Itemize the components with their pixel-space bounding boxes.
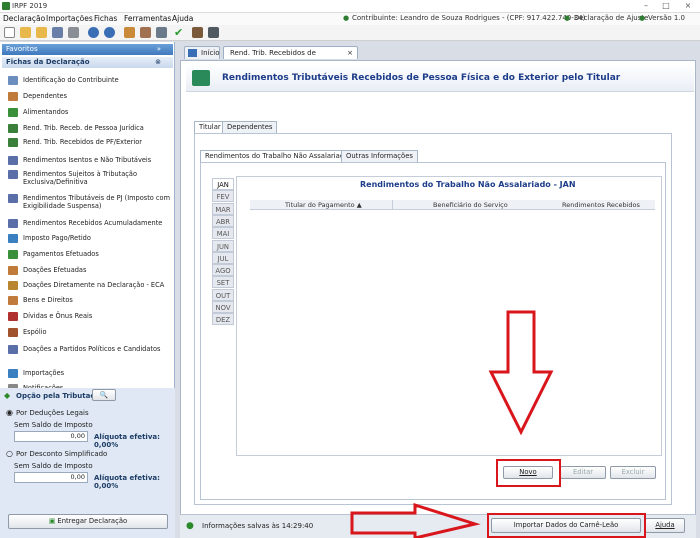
annotation-novo-highlight <box>496 459 561 487</box>
annotation-right-arrow <box>350 502 481 538</box>
annotation-overlay <box>350 310 554 538</box>
annotation-down-arrow <box>488 310 554 436</box>
annotation-importar-highlight <box>487 513 646 538</box>
